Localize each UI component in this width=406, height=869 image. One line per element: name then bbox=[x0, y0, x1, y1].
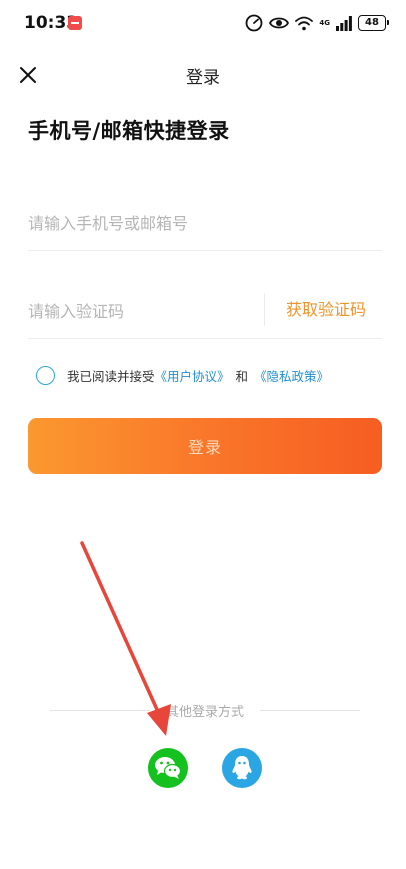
agreement-prefix: 我已阅读并接受 bbox=[67, 369, 155, 384]
page-header-title: 登录 bbox=[186, 68, 220, 88]
agreement-row: 我已阅读并接受 《用户协议》 和 《隐私政策》 bbox=[36, 366, 329, 385]
wifi-icon bbox=[295, 16, 314, 30]
account-input[interactable] bbox=[28, 196, 382, 250]
login-button[interactable]: 登录 bbox=[28, 418, 382, 474]
other-login-divider: 其他登录方式 bbox=[50, 700, 360, 720]
agreement-checkbox[interactable] bbox=[36, 366, 55, 385]
qq-login-button[interactable] bbox=[222, 748, 262, 788]
wechat-login-button[interactable] bbox=[148, 748, 188, 788]
status-bar: 10:33 4G 48 bbox=[0, 0, 406, 46]
eye-icon bbox=[269, 17, 290, 29]
wechat-icon bbox=[155, 757, 182, 779]
status-icons: 4G 48 bbox=[245, 14, 389, 32]
qq-icon bbox=[232, 756, 252, 780]
user-agreement-link[interactable]: 《用户协议》 bbox=[155, 366, 230, 385]
code-divider bbox=[264, 293, 265, 326]
agreement-conjunction: 和 bbox=[235, 369, 249, 384]
notification-app-icon bbox=[68, 16, 82, 30]
code-field: 获取验证码 bbox=[28, 284, 382, 339]
battery-indicator: 48 bbox=[358, 15, 389, 31]
verification-code-input[interactable] bbox=[28, 284, 253, 338]
account-field bbox=[28, 196, 382, 251]
privacy-policy-link[interactable]: 《隐私政策》 bbox=[254, 366, 329, 385]
divider-line-right bbox=[260, 710, 360, 711]
page-title: 手机号/邮箱快捷登录 bbox=[28, 119, 230, 143]
network-type: 4G bbox=[319, 18, 330, 27]
signal-icon bbox=[336, 15, 352, 31]
speed-meter-icon bbox=[245, 14, 263, 32]
get-code-button[interactable]: 获取验证码 bbox=[286, 296, 366, 320]
